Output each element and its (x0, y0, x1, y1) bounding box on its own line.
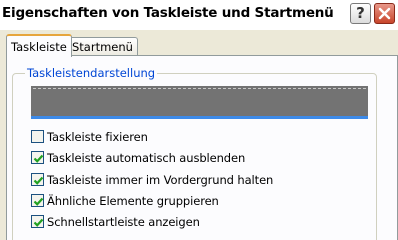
checkmark-icon (33, 197, 44, 206)
option-label: Ähnliche Elemente gruppieren (47, 194, 219, 208)
checkbox[interactable] (31, 215, 44, 228)
checkbox[interactable] (31, 130, 44, 143)
checkbox[interactable] (31, 173, 44, 186)
taskbar-preview-image (31, 86, 368, 119)
tab-strip: Taskleiste Startmenü (0, 30, 398, 57)
checkbox[interactable] (31, 194, 44, 207)
checkmark-icon (33, 154, 44, 163)
checkmark-icon (33, 176, 44, 185)
tab-label: Taskleiste (11, 40, 67, 54)
checkmark-icon (33, 218, 44, 227)
tab-taskleiste[interactable]: Taskleiste (6, 34, 72, 57)
checkbox[interactable] (31, 151, 44, 164)
window-title: Eigenschaften von Taskleiste und Startme… (2, 5, 334, 21)
close-icon (378, 7, 391, 20)
option-label: Taskleiste immer im Vordergrund halten (47, 173, 274, 187)
close-button[interactable] (374, 3, 395, 24)
option-label: Schnellstartleiste anzeigen (47, 215, 200, 229)
group-label: Taskleistendarstellung (25, 66, 158, 80)
help-button[interactable]: ? (350, 3, 371, 24)
tab-startmenue[interactable]: Startmenü (67, 37, 138, 56)
option-label: Taskleiste automatisch ausblenden (47, 151, 246, 165)
preview-divider (33, 88, 366, 89)
tab-label: Startmenü (72, 40, 133, 54)
title-bar[interactable]: Eigenschaften von Taskleiste und Startme… (0, 0, 398, 30)
option-label: Taskleiste fixieren (47, 130, 148, 144)
help-icon: ? (356, 4, 365, 22)
